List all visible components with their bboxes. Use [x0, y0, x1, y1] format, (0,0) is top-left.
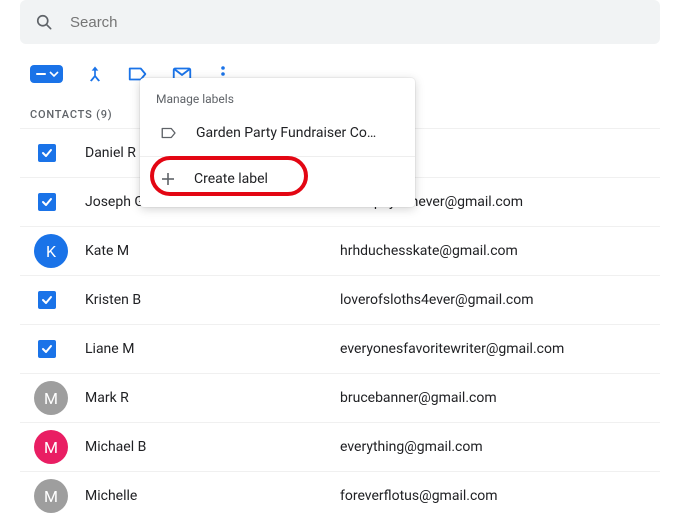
row-leading: M [30, 381, 85, 415]
menu-item-label: Garden Party Fundraiser Com… [196, 125, 386, 141]
contact-row[interactable]: Liane Meveryonesfavoritewriter@gmail.com [20, 324, 660, 373]
contact-email: everything@gmail.com [340, 439, 483, 455]
row-leading [30, 193, 85, 211]
label-outline-icon [160, 124, 178, 142]
checkbox-checked[interactable] [38, 340, 56, 358]
search-bar [20, 0, 660, 44]
search-icon[interactable] [34, 12, 54, 32]
manage-labels-menu: Manage labels Garden Party Fundraiser Co… [140, 78, 415, 207]
checkbox-checked[interactable] [38, 144, 56, 162]
merge-icon[interactable] [85, 64, 105, 84]
menu-item-existing-label[interactable]: Garden Party Fundraiser Com… [140, 114, 415, 152]
row-leading [30, 340, 85, 358]
row-leading [30, 144, 85, 162]
contact-email: hrhduchesskate@gmail.com [340, 243, 518, 259]
search-input[interactable] [68, 13, 646, 32]
row-leading: K [30, 234, 85, 268]
contact-name: Mark R [85, 390, 340, 406]
select-all-dropdown[interactable] [30, 65, 63, 83]
avatar[interactable]: K [34, 234, 68, 268]
row-leading [30, 291, 85, 309]
contact-name: Kate M [85, 243, 340, 259]
row-leading: M [30, 479, 85, 513]
avatar[interactable]: M [34, 430, 68, 464]
contacts-label: CONTACTS [30, 108, 93, 121]
contact-email: brucebanner@gmail.com [340, 390, 497, 406]
contact-email: everyonesfavoritewriter@gmail.com [340, 341, 564, 357]
row-leading: M [30, 430, 85, 464]
contact-name: Michelle [85, 488, 340, 504]
menu-title: Manage labels [140, 78, 415, 114]
contacts-section-header: CONTACTS (9) [30, 108, 112, 121]
contact-row[interactable]: K Kate Mhrhduchesskate@gmail.com [20, 226, 660, 275]
contact-email: loverofsloths4ever@gmail.com [340, 292, 533, 308]
menu-item-label: Create label [194, 171, 268, 187]
contact-row[interactable]: M Mark Rbrucebanner@gmail.com [20, 373, 660, 422]
contact-email: foreverflotus@gmail.com [340, 488, 498, 504]
contact-row[interactable]: Kristen Bloverofsloths4ever@gmail.com [20, 275, 660, 324]
contact-name: Kristen B [85, 292, 340, 308]
contact-name: Michael B [85, 439, 340, 455]
menu-item-create-label[interactable]: Create label [140, 161, 415, 197]
indeterminate-icon [35, 68, 47, 80]
plus-icon [160, 171, 176, 187]
checkbox-checked[interactable] [38, 291, 56, 309]
contact-name: Liane M [85, 341, 340, 357]
checkbox-checked[interactable] [38, 193, 56, 211]
contacts-count: 9 [101, 108, 108, 121]
contact-row[interactable]: M Michael Beverything@gmail.com [20, 422, 660, 471]
chevron-down-icon [49, 69, 59, 79]
contact-row[interactable]: M Michelleforeverflotus@gmail.com [20, 471, 660, 520]
avatar[interactable]: M [34, 381, 68, 415]
avatar[interactable]: M [34, 479, 68, 513]
menu-separator [140, 156, 415, 157]
